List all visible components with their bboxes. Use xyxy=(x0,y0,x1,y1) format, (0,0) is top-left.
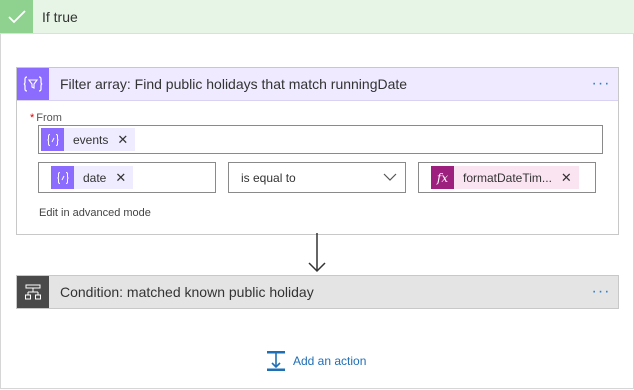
condition-action: Condition: matched known public holiday … xyxy=(16,275,619,309)
from-input[interactable]: events ✕ xyxy=(38,125,603,154)
events-token[interactable]: events ✕ xyxy=(41,128,136,151)
add-action-button[interactable]: Add an action xyxy=(265,350,366,372)
remove-token-icon[interactable]: ✕ xyxy=(117,132,128,148)
right-operand-input[interactable]: fx formatDateTim... ✕ xyxy=(418,162,596,193)
remove-token-icon[interactable]: ✕ xyxy=(561,170,572,186)
filter-array-header[interactable]: Filter array: Find public holidays that … xyxy=(17,68,618,101)
checkmark-icon xyxy=(0,0,33,33)
from-label-text: From xyxy=(36,112,62,124)
condition-title: Condition: matched known public holiday xyxy=(60,284,314,300)
branch-label: If true xyxy=(42,9,78,25)
token-label: events xyxy=(73,132,109,147)
dynamic-content-icon xyxy=(51,166,74,189)
expression-fx-icon: fx xyxy=(431,166,454,189)
if-true-branch-header[interactable]: If true xyxy=(0,0,634,34)
chevron-down-icon xyxy=(383,173,397,181)
from-label: * From xyxy=(30,112,62,124)
add-action-icon xyxy=(267,351,285,371)
filter-array-icon xyxy=(17,68,49,100)
condition-icon xyxy=(17,276,49,308)
operator-value: is equal to xyxy=(241,171,296,185)
dynamic-content-icon xyxy=(41,128,64,151)
filter-array-title: Filter array: Find public holidays that … xyxy=(60,76,408,92)
more-options-button[interactable]: ··· xyxy=(586,68,616,100)
token-label: formatDateTim... xyxy=(463,170,552,185)
required-marker: * xyxy=(30,112,35,124)
remove-token-icon[interactable]: ✕ xyxy=(115,170,126,186)
more-options-button[interactable]: ··· xyxy=(586,276,616,308)
condition-header[interactable]: Condition: matched known public holiday … xyxy=(17,276,618,308)
edit-advanced-mode-link[interactable]: Edit in advanced mode xyxy=(39,207,151,219)
token-label: date xyxy=(83,170,107,185)
flow-arrow-icon xyxy=(308,233,326,273)
add-action-label: Add an action xyxy=(293,354,367,368)
date-token[interactable]: date ✕ xyxy=(51,166,134,189)
expression-token[interactable]: fx formatDateTim... ✕ xyxy=(431,166,579,189)
filter-array-action: Filter array: Find public holidays that … xyxy=(16,67,619,235)
left-operand-input[interactable]: date ✕ xyxy=(38,162,216,193)
operator-select[interactable]: is equal to xyxy=(228,162,406,193)
